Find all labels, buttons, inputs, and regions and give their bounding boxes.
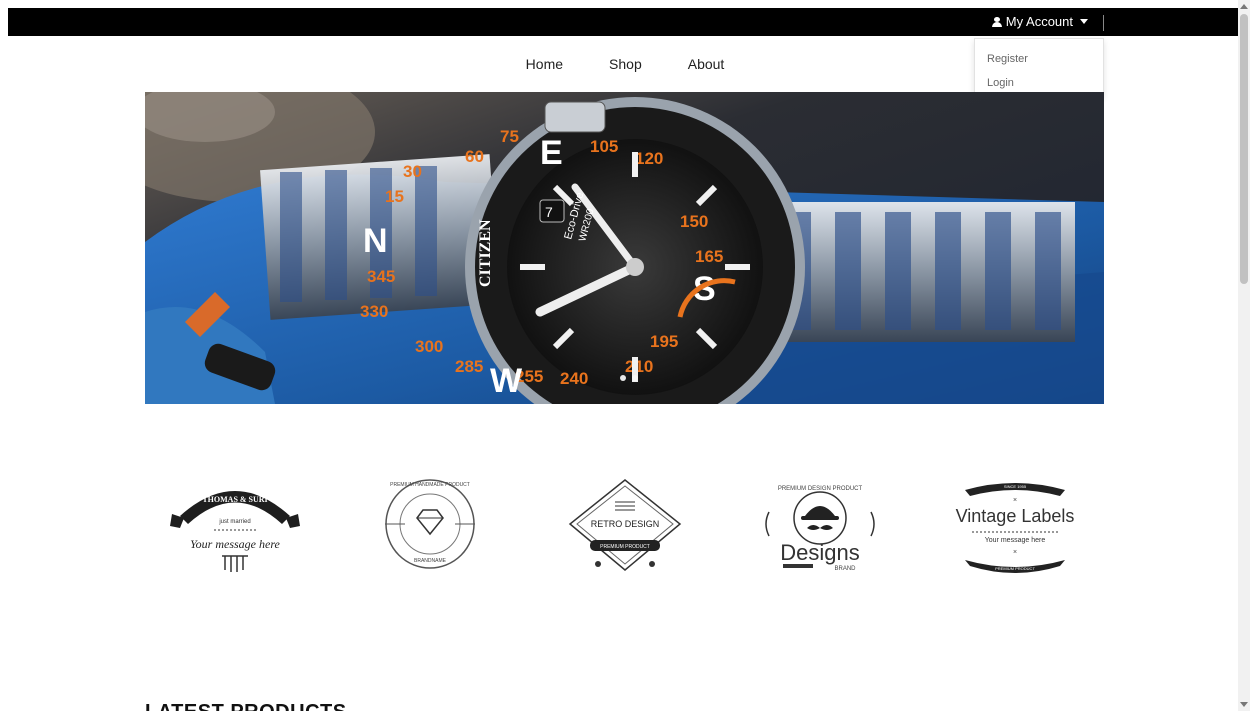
watch-photo: 6075 105120 150165 195210 255 240 285300 … <box>145 92 1104 404</box>
scroll-down-arrow-icon[interactable] <box>1240 702 1248 707</box>
svg-text:7: 7 <box>545 204 553 220</box>
logo-retro-design[interactable]: RETRO DESIGN PREMIUM PRODUCT <box>560 476 690 580</box>
svg-text:60: 60 <box>465 147 484 166</box>
logo3-title-text: RETRO DESIGN <box>591 519 660 529</box>
logo2-bottom-text: BRANDNAME <box>414 558 447 564</box>
hero-banner-image: 60 75 105 120 150 165 195 210 255 240 285 300 … <box>145 92 1104 404</box>
svg-text:N: N <box>363 222 388 260</box>
svg-text:165: 165 <box>695 247 723 266</box>
logo-premium-handmade[interactable]: PREMIUM HANDMADE PRODUCT BRANDNAME <box>365 476 495 580</box>
brand-logos-row: THOMAS & SURI just married Your message … <box>0 476 1250 580</box>
logo5-since-text: SINCE 1955 <box>1004 484 1027 489</box>
my-account-label: My Account <box>1005 14 1073 29</box>
svg-text:150: 150 <box>680 212 708 231</box>
svg-text:300: 300 <box>415 337 443 356</box>
nav-shop[interactable]: Shop <box>607 56 644 72</box>
logo5-sub-text: Your message here <box>985 537 1046 544</box>
caret-down-icon <box>1080 19 1088 24</box>
scroll-thumb[interactable] <box>1240 14 1248 284</box>
logo-thomas-suri[interactable]: THOMAS & SURI just married Your message … <box>170 476 300 580</box>
my-account-dropdown-toggle[interactable]: My Account <box>991 14 1088 29</box>
svg-text:E: E <box>540 134 563 172</box>
logo1-top-text: THOMAS & SURI <box>202 495 267 504</box>
divider <box>1103 15 1104 31</box>
svg-text:240: 240 <box>560 369 588 388</box>
logo5-title-text: Vintage Labels <box>956 506 1075 526</box>
logo1-bottom-text: Your message here <box>190 537 280 551</box>
logo4-top-text: PREMIUM DESIGN PRODUCT <box>778 486 863 492</box>
nav-home[interactable]: Home <box>524 56 565 72</box>
svg-text:×: × <box>1013 549 1017 556</box>
svg-text:285: 285 <box>455 357 483 376</box>
svg-text:×: × <box>1013 497 1017 504</box>
svg-text:30: 30 <box>403 162 422 181</box>
svg-text:W: W <box>490 362 523 400</box>
svg-text:105: 105 <box>590 137 618 156</box>
svg-text:15: 15 <box>385 187 404 206</box>
svg-text:75: 75 <box>500 127 519 146</box>
svg-text:210: 210 <box>625 357 653 376</box>
main-nav: Home Shop About <box>0 56 1250 72</box>
logo4-sub-text: BRAND <box>834 566 856 572</box>
latest-products-heading: LATEST PRODUCTS <box>145 701 347 711</box>
scrollbar[interactable] <box>1238 0 1250 711</box>
svg-text:195: 195 <box>650 332 678 351</box>
svg-text:345: 345 <box>367 267 395 286</box>
logo-designs-brand[interactable]: PREMIUM DESIGN PRODUCT Designs BRAND <box>755 476 885 580</box>
logo-vintage-labels[interactable]: SINCE 1955 × Vintage Labels Your message… <box>950 476 1080 580</box>
page: My Account Register Login Home Shop Abou… <box>0 0 1250 711</box>
watch-brand-text: CITIZEN <box>477 219 494 287</box>
logo3-sub-text: PREMIUM PRODUCT <box>600 544 650 550</box>
svg-text:330: 330 <box>360 302 388 321</box>
top-bar: My Account <box>8 8 1240 36</box>
logo4-title-text: Designs <box>780 540 859 565</box>
svg-text:120: 120 <box>635 149 663 168</box>
scroll-up-arrow-icon[interactable] <box>1240 4 1248 9</box>
logo1-middle-text: just married <box>218 519 250 525</box>
user-icon <box>991 16 1002 27</box>
logo5-ribbon-text: PREMIUM PRODUCT <box>995 566 1035 571</box>
nav-about[interactable]: About <box>686 56 727 72</box>
logo2-top-text: PREMIUM HANDMADE PRODUCT <box>390 482 470 488</box>
